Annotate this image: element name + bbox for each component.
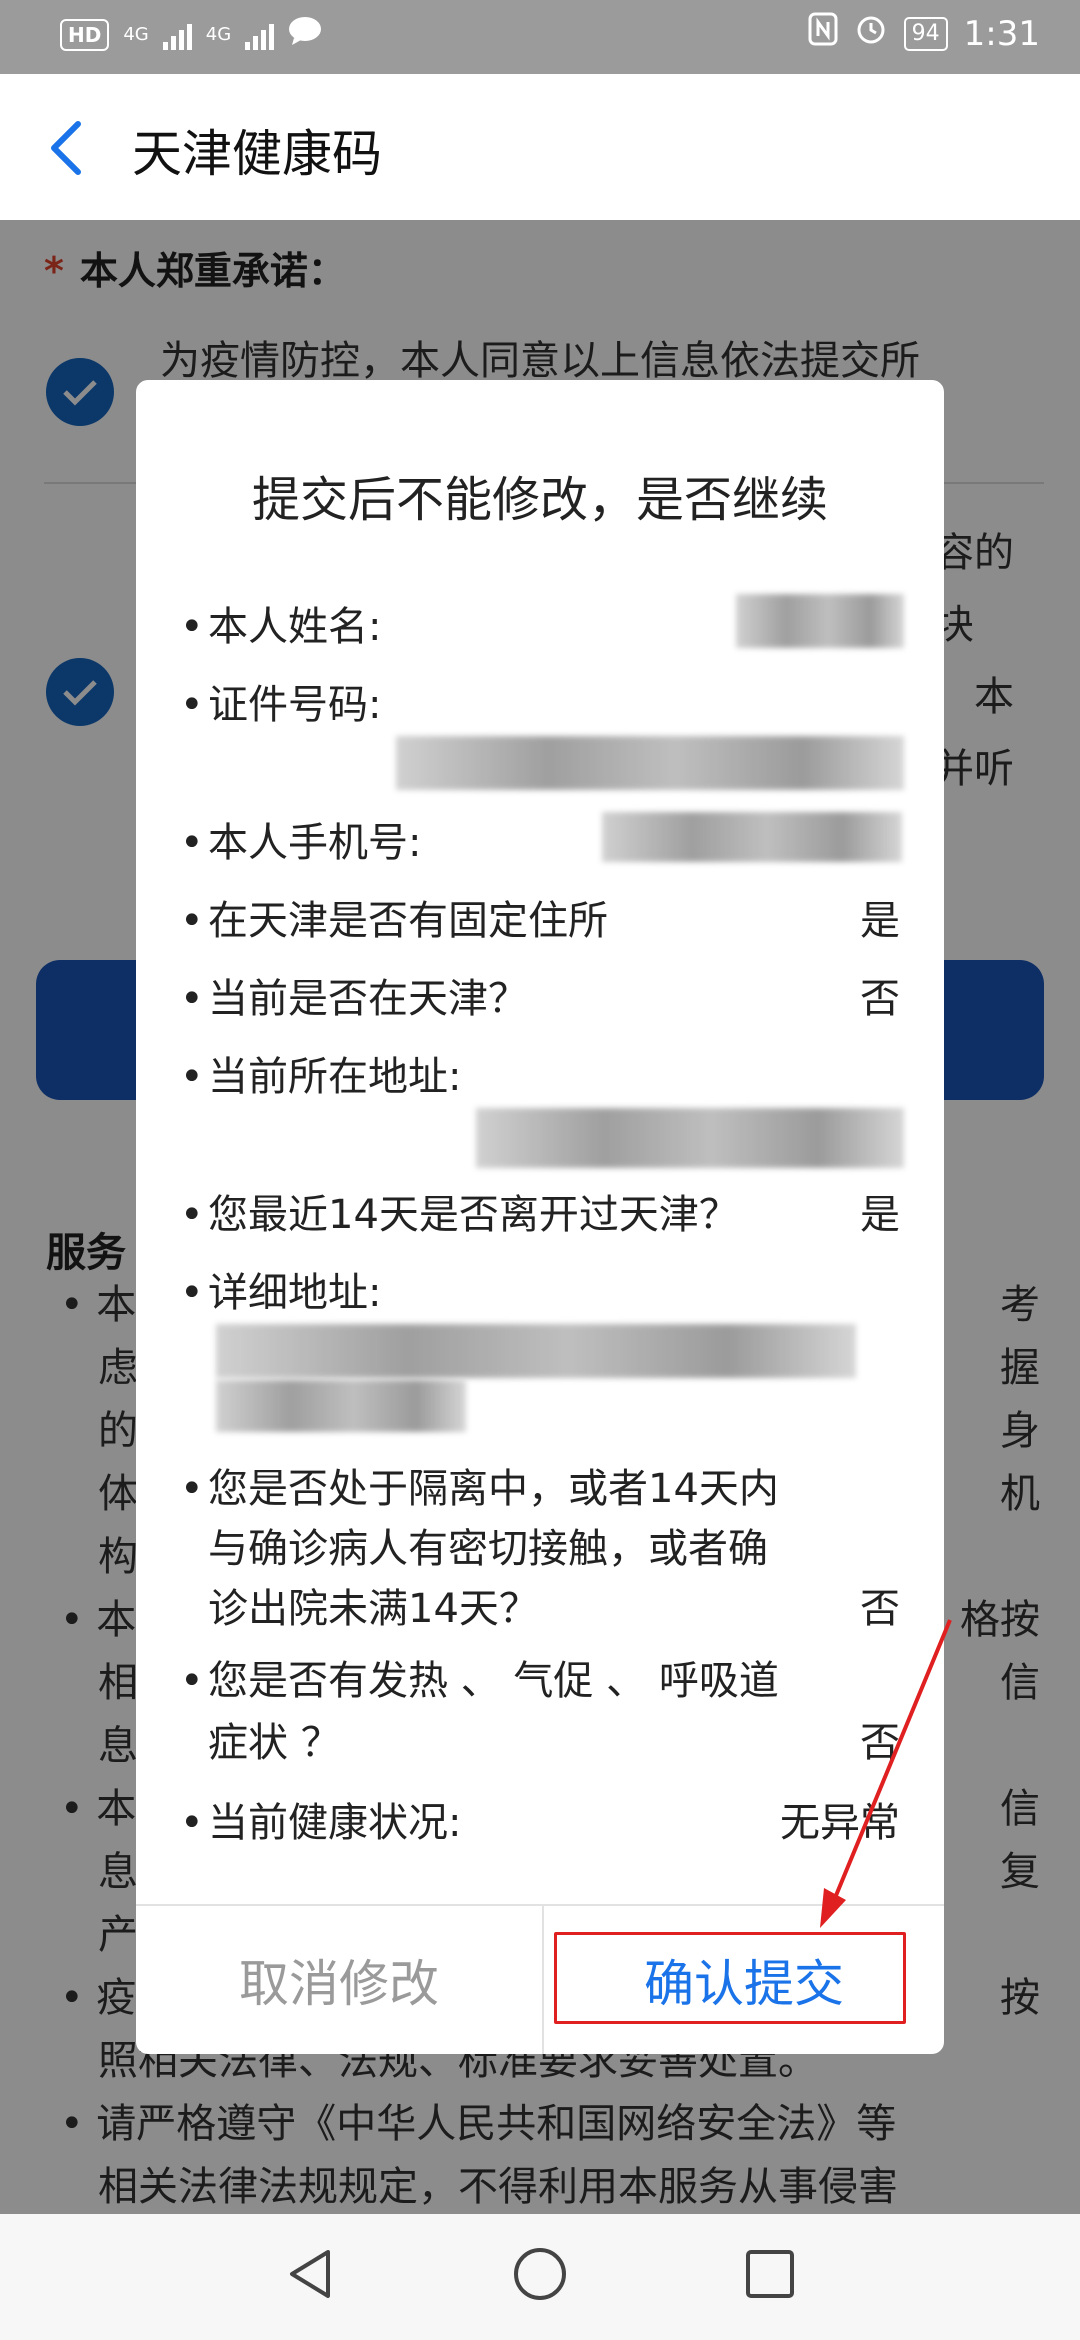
left-tianjin-row: • 您最近14天是否离开过天津？ xyxy=(180,1192,739,1238)
signal-icon-2 xyxy=(245,20,275,50)
residence-row: • 在天津是否有固定住所 xyxy=(180,898,608,944)
message-icon xyxy=(288,16,322,53)
health-row: • 当前健康状况: xyxy=(180,1800,462,1846)
nav-home-icon[interactable] xyxy=(510,2244,570,2304)
address-row: • 当前所在地址: xyxy=(180,1054,462,1100)
in-tianjin-row: • 当前是否在天津？ xyxy=(180,976,528,1022)
alarm-icon xyxy=(854,12,888,55)
nav-back-icon[interactable] xyxy=(280,2244,340,2304)
signal-icon xyxy=(162,20,192,50)
redacted-detail-address-2 xyxy=(216,1380,466,1432)
isolation-row-3: 诊出院未满14天？ xyxy=(208,1586,539,1632)
annotation-arrow-icon xyxy=(820,1619,952,1928)
redacted-id xyxy=(396,736,904,790)
system-nav-bar xyxy=(0,2214,1080,2340)
status-left: HD 4G 4G xyxy=(60,16,322,53)
sim1-label: 4G xyxy=(123,24,149,45)
back-arrow-icon[interactable] xyxy=(46,118,86,178)
nfc-icon xyxy=(808,12,838,55)
symptom-row-1: • 您是否有发热 、 气促 、 呼吸道 xyxy=(180,1658,779,1704)
phone-row: • 本人手机号: xyxy=(180,820,422,866)
clock-time: 1:31 xyxy=(963,13,1040,54)
page-title: 天津健康码 xyxy=(132,125,382,183)
redacted-name xyxy=(736,594,904,648)
status-bar: HD 4G 4G 94 1:31 xyxy=(0,0,1080,74)
isolation-row-2: 与确诊病人有密切接触，或者确 xyxy=(208,1526,768,1572)
hd-badge: HD xyxy=(60,18,110,51)
left-tianjin-value: 是 xyxy=(860,1192,900,1238)
nav-recents-icon[interactable] xyxy=(740,2244,800,2304)
dialog-title: 提交后不能修改，是否继续 xyxy=(251,472,828,528)
name-row: • 本人姓名: xyxy=(180,604,382,650)
detail-address-row: • 详细地址: xyxy=(180,1270,382,1316)
app-bar: 天津健康码 xyxy=(0,74,1080,220)
isolation-row-1: • 您是否处于隔离中，或者14天内 xyxy=(180,1466,779,1512)
redacted-detail-address-1 xyxy=(216,1324,856,1378)
battery-icon: 94 xyxy=(903,16,948,51)
symptom-row-2: 症状 ？ xyxy=(208,1720,341,1766)
highlight-box xyxy=(554,1932,906,2024)
redacted-phone xyxy=(602,812,902,862)
cancel-edit-button[interactable]: 取消修改 xyxy=(136,1906,542,2054)
id-row: • 证件号码: xyxy=(180,682,382,728)
status-right: 94 1:31 xyxy=(808,12,1040,55)
in-tianjin-value: 否 xyxy=(860,976,900,1022)
residence-value: 是 xyxy=(860,898,900,944)
redacted-address xyxy=(476,1108,904,1168)
sim2-label: 4G xyxy=(205,24,232,45)
